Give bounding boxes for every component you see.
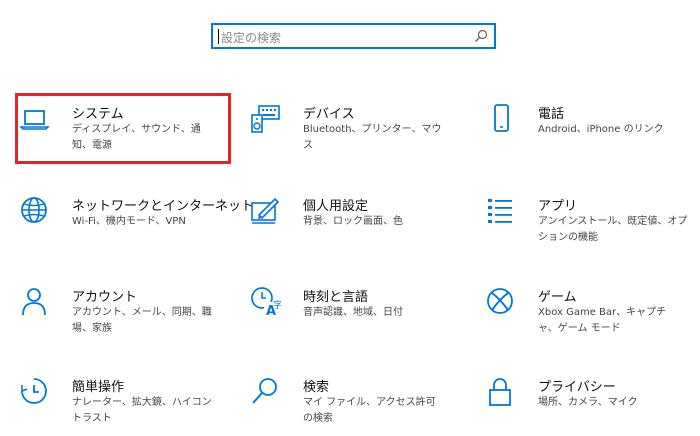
tile-apps[interactable]: アプリ アンインストール、既定値、オプションの機能 bbox=[484, 195, 687, 255]
tile-privacy[interactable]: プライバシー 場所、カメラ、マイク bbox=[484, 376, 684, 436]
tile-time-language[interactable]: A 字 時刻と言語 音声認識、地域、日付 bbox=[249, 286, 449, 346]
time-language-icon: A 字 bbox=[251, 287, 281, 318]
svg-text:字: 字 bbox=[273, 299, 281, 311]
paint-pen-icon bbox=[251, 197, 280, 224]
tile-description: 場所、カメラ、マイク bbox=[538, 397, 638, 408]
tile-title: 検索 bbox=[303, 380, 330, 395]
laptop-icon bbox=[19, 110, 50, 130]
tile-description: Xbox Game Bar、キャプチャ、ゲーム モード bbox=[538, 307, 667, 334]
tile-description: アカウント、メール、同期、職場、家族 bbox=[72, 307, 212, 334]
tile-title: 簡単操作 bbox=[72, 380, 125, 395]
search-input[interactable]: 設定の検索 bbox=[211, 23, 496, 49]
tile-title: 電話 bbox=[538, 107, 565, 122]
magnifier-icon bbox=[252, 378, 277, 404]
keyboard-speaker-icon bbox=[251, 105, 280, 133]
tile-description: Bluetooth、プリンター、マウス bbox=[303, 124, 442, 151]
tile-ease-of-access[interactable]: 簡単操作 ナレーター、拡大鏡、ハイコントラスト bbox=[18, 376, 218, 436]
search-icon[interactable] bbox=[474, 29, 488, 43]
tile-title: ゲーム bbox=[538, 290, 577, 305]
tile-description: Android、iPhone のリンク bbox=[538, 124, 664, 135]
tile-title: プライバシー bbox=[538, 380, 616, 395]
phone-icon bbox=[494, 104, 509, 132]
tile-network[interactable]: ネットワークとインターネット Wi-Fi、機内モード、VPN bbox=[18, 195, 254, 255]
globe-icon bbox=[21, 197, 47, 223]
tile-title: 個人用設定 bbox=[303, 199, 369, 214]
tile-devices[interactable]: デバイス Bluetooth、プリンター、マウス bbox=[249, 103, 449, 163]
tile-system[interactable]: システム ディスプレイ、サウンド、通知、電源 bbox=[18, 103, 218, 163]
tile-description: 背景、ロック画面、色 bbox=[303, 216, 403, 227]
tile-gaming[interactable]: ゲーム Xbox Game Bar、キャプチャ、ゲーム モード bbox=[484, 286, 684, 346]
tile-title: システム bbox=[72, 107, 124, 122]
search-placeholder: 設定の検索 bbox=[221, 31, 282, 45]
person-icon bbox=[22, 288, 46, 316]
tile-personalization[interactable]: 個人用設定 背景、ロック画面、色 bbox=[249, 195, 449, 255]
tile-description: アンインストール、既定値、オプションの機能 bbox=[538, 216, 688, 243]
tile-description: マイ ファイル、アクセス許可の検索 bbox=[303, 397, 436, 424]
apps-list-icon bbox=[488, 199, 512, 223]
lock-icon bbox=[489, 378, 511, 406]
tile-title: 時刻と言語 bbox=[303, 290, 369, 305]
tile-title: デバイス bbox=[303, 107, 355, 122]
tile-description: 音声認識、地域、日付 bbox=[303, 307, 403, 318]
tile-title: ネットワークとインターネット bbox=[72, 199, 255, 214]
tile-search[interactable]: 検索 マイ ファイル、アクセス許可の検索 bbox=[249, 376, 449, 436]
xbox-icon bbox=[487, 288, 513, 314]
tile-title: アカウント bbox=[72, 290, 138, 305]
ease-of-access-icon bbox=[21, 378, 47, 404]
tile-description: ディスプレイ、サウンド、通知、電源 bbox=[72, 124, 201, 151]
tile-title: アプリ bbox=[538, 199, 578, 214]
tile-accounts[interactable]: アカウント アカウント、メール、同期、職場、家族 bbox=[18, 286, 218, 346]
tile-phone[interactable]: 電話 Android、iPhone のリンク bbox=[484, 103, 684, 163]
tile-description: Wi-Fi、機内モード、VPN bbox=[72, 216, 186, 227]
text-caret bbox=[218, 29, 219, 44]
tile-description: ナレーター、拡大鏡、ハイコントラスト bbox=[72, 397, 212, 424]
